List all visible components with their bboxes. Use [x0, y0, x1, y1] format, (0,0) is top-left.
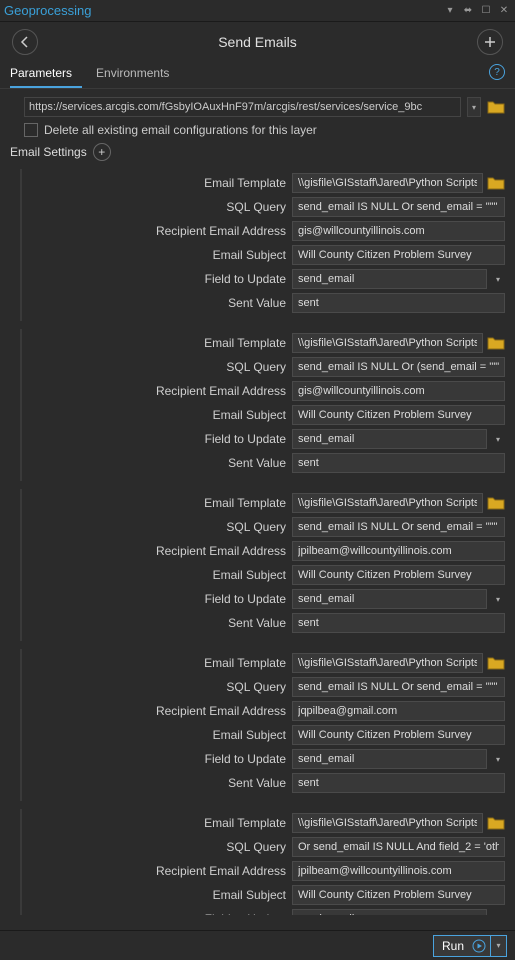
- email-settings-group: Email Template SQL Query Recipient Email…: [20, 489, 505, 641]
- field-to-update-combo[interactable]: [292, 749, 487, 769]
- recipient-input[interactable]: [292, 541, 505, 561]
- recipient-label: Recipient Email Address: [24, 224, 292, 238]
- subject-label: Email Subject: [24, 888, 292, 902]
- sent-value-label: Sent Value: [24, 616, 292, 630]
- subject-input[interactable]: [292, 405, 505, 425]
- browse-folder-icon[interactable]: [487, 175, 505, 191]
- sent-value-label: Sent Value: [24, 296, 292, 310]
- sql-query-input[interactable]: [292, 517, 505, 537]
- email-settings-group: Email Template SQL Query Recipient Email…: [20, 809, 505, 915]
- field-to-update-combo[interactable]: [292, 429, 487, 449]
- recipient-label: Recipient Email Address: [24, 544, 292, 558]
- combo-dropdown-icon[interactable]: ▾: [491, 589, 505, 609]
- maximize-icon[interactable]: ☐: [479, 4, 493, 18]
- delete-existing-label: Delete all existing email configurations…: [44, 123, 317, 137]
- dropdown-icon[interactable]: ▾: [443, 4, 457, 18]
- subject-label: Email Subject: [24, 408, 292, 422]
- sql-query-input[interactable]: [292, 357, 505, 377]
- email-settings-label: Email Settings: [10, 145, 87, 159]
- recipient-label: Recipient Email Address: [24, 864, 292, 878]
- add-email-setting-button[interactable]: +: [93, 143, 111, 161]
- play-icon: [472, 939, 486, 953]
- recipient-input[interactable]: [292, 861, 505, 881]
- layer-url-input[interactable]: [24, 97, 461, 117]
- email-template-label: Email Template: [24, 176, 292, 190]
- combo-dropdown-icon[interactable]: ▾: [491, 909, 505, 915]
- subject-input[interactable]: [292, 565, 505, 585]
- sql-query-label: SQL Query: [24, 680, 292, 694]
- arrow-left-icon: [18, 35, 32, 49]
- field-to-update-label: Field to Update: [24, 432, 292, 446]
- subject-input[interactable]: [292, 725, 505, 745]
- browse-folder-icon[interactable]: [487, 655, 505, 671]
- tab-parameters[interactable]: Parameters: [10, 62, 82, 88]
- recipient-input[interactable]: [292, 381, 505, 401]
- recipient-label: Recipient Email Address: [24, 704, 292, 718]
- field-to-update-label: Field to Update: [24, 752, 292, 766]
- plus-icon: [483, 35, 497, 49]
- sent-value-label: Sent Value: [24, 776, 292, 790]
- add-button[interactable]: [477, 29, 503, 55]
- subject-input[interactable]: [292, 245, 505, 265]
- run-button[interactable]: Run ▾: [433, 935, 507, 957]
- sql-query-label: SQL Query: [24, 200, 292, 214]
- page-title: Send Emails: [218, 34, 297, 50]
- sql-query-input[interactable]: [292, 197, 505, 217]
- email-template-input[interactable]: [292, 813, 483, 833]
- field-to-update-label: Field to Update: [24, 912, 292, 915]
- sent-value-input[interactable]: [292, 293, 505, 313]
- sql-query-label: SQL Query: [24, 520, 292, 534]
- field-to-update-combo[interactable]: [292, 269, 487, 289]
- window-title: Geoprocessing: [4, 3, 443, 18]
- subject-input[interactable]: [292, 885, 505, 905]
- back-button[interactable]: [12, 29, 38, 55]
- combo-dropdown-icon[interactable]: ▾: [491, 269, 505, 289]
- browse-folder-icon[interactable]: [487, 335, 505, 351]
- combo-dropdown-icon[interactable]: ▾: [491, 429, 505, 449]
- browse-folder-icon[interactable]: [487, 495, 505, 511]
- recipient-input[interactable]: [292, 701, 505, 721]
- email-template-input[interactable]: [292, 333, 483, 353]
- sql-query-input[interactable]: [292, 677, 505, 697]
- url-dropdown-button[interactable]: ▾: [467, 97, 481, 117]
- sent-value-input[interactable]: [292, 773, 505, 793]
- tab-environments[interactable]: Environments: [96, 62, 179, 88]
- email-settings-group: Email Template SQL Query Recipient Email…: [20, 169, 505, 321]
- field-to-update-label: Field to Update: [24, 592, 292, 606]
- email-template-input[interactable]: [292, 173, 483, 193]
- subject-label: Email Subject: [24, 568, 292, 582]
- recipient-label: Recipient Email Address: [24, 384, 292, 398]
- sent-value-label: Sent Value: [24, 456, 292, 470]
- delete-existing-checkbox[interactable]: [24, 123, 38, 137]
- subject-label: Email Subject: [24, 728, 292, 742]
- field-to-update-label: Field to Update: [24, 272, 292, 286]
- email-template-label: Email Template: [24, 336, 292, 350]
- email-settings-group: Email Template SQL Query Recipient Email…: [20, 649, 505, 801]
- run-split-button[interactable]: ▾: [490, 936, 506, 956]
- email-settings-group: Email Template SQL Query Recipient Email…: [20, 329, 505, 481]
- close-icon[interactable]: ✕: [497, 4, 511, 18]
- sql-query-label: SQL Query: [24, 840, 292, 854]
- sql-query-input[interactable]: [292, 837, 505, 857]
- browse-folder-icon[interactable]: [487, 99, 505, 115]
- email-template-input[interactable]: [292, 493, 483, 513]
- sent-value-input[interactable]: [292, 613, 505, 633]
- autohide-icon[interactable]: ⬌: [461, 4, 475, 18]
- field-to-update-combo[interactable]: [292, 909, 487, 915]
- email-template-label: Email Template: [24, 496, 292, 510]
- email-template-input[interactable]: [292, 653, 483, 673]
- email-template-label: Email Template: [24, 656, 292, 670]
- email-template-label: Email Template: [24, 816, 292, 830]
- field-to-update-combo[interactable]: [292, 589, 487, 609]
- help-icon[interactable]: ?: [489, 64, 505, 80]
- run-label: Run: [434, 939, 472, 953]
- combo-dropdown-icon[interactable]: ▾: [491, 749, 505, 769]
- browse-folder-icon[interactable]: [487, 815, 505, 831]
- sent-value-input[interactable]: [292, 453, 505, 473]
- subject-label: Email Subject: [24, 248, 292, 262]
- sql-query-label: SQL Query: [24, 360, 292, 374]
- recipient-input[interactable]: [292, 221, 505, 241]
